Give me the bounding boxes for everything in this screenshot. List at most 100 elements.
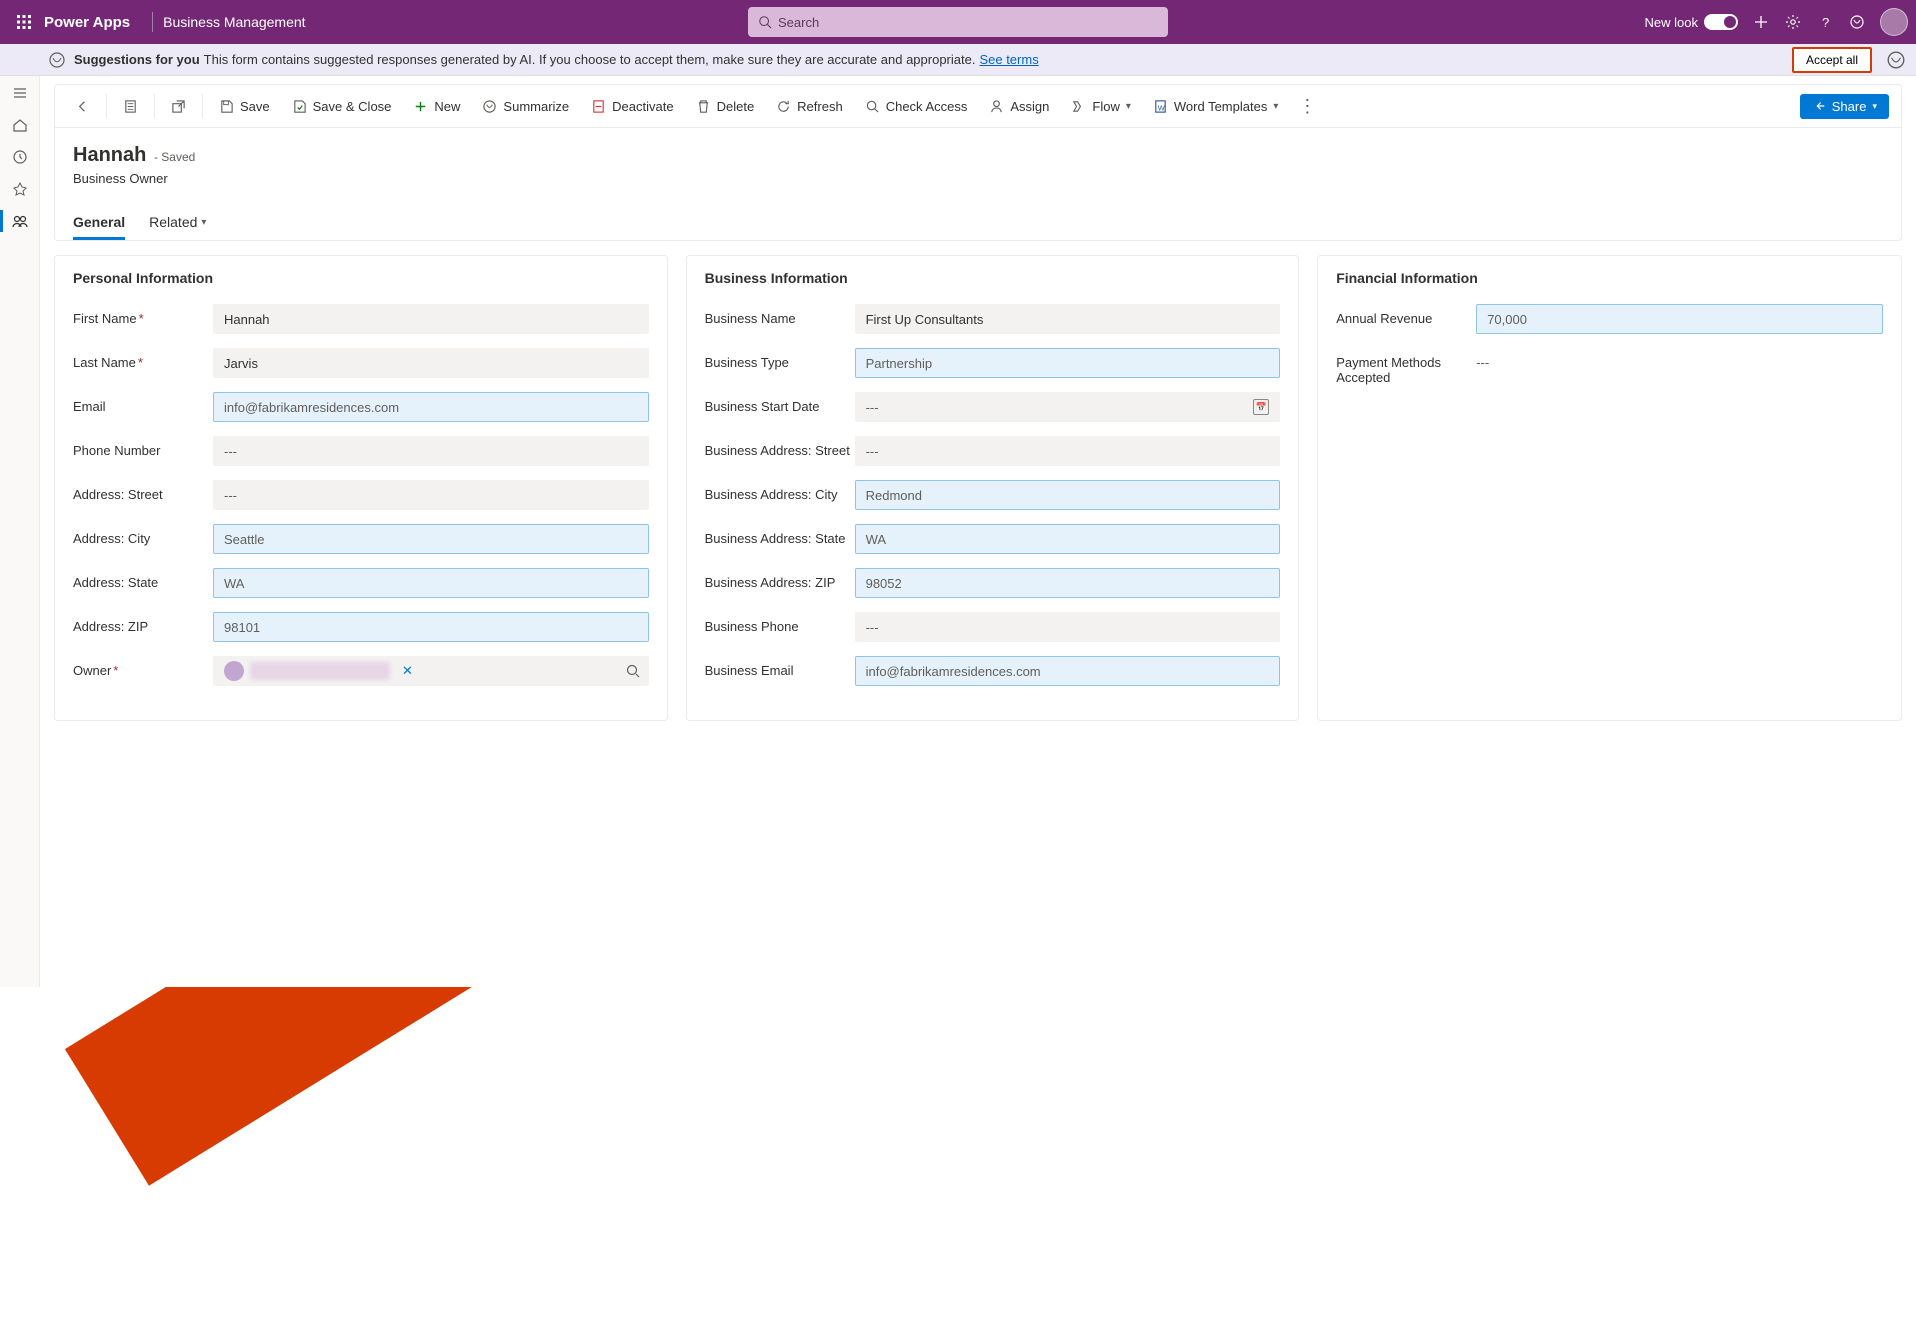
copilot-header-icon[interactable] <box>1848 13 1866 31</box>
input-owner[interactable]: ✕ <box>213 656 649 686</box>
tab-related[interactable]: Related▾ <box>149 208 206 240</box>
app-launcher-icon[interactable] <box>8 6 40 38</box>
chevron-down-icon: ▾ <box>1273 101 1278 112</box>
open-record-set-button[interactable] <box>115 95 146 118</box>
check-access-button[interactable]: Check Access <box>857 95 976 118</box>
input-biz-type[interactable]: Partnership <box>855 348 1281 378</box>
save-button[interactable]: Save <box>211 95 278 118</box>
calendar-icon[interactable]: 📅 <box>1253 399 1269 415</box>
home-icon[interactable] <box>11 116 29 134</box>
input-last-name[interactable]: Jarvis <box>213 348 649 378</box>
input-biz-addr-zip[interactable]: 98052 <box>855 568 1281 598</box>
label-owner: Owner* <box>73 656 213 678</box>
new-button[interactable]: New <box>405 95 468 118</box>
deactivate-button[interactable]: Deactivate <box>583 95 681 118</box>
header-divider <box>152 12 153 32</box>
input-biz-email[interactable]: info@fabrikamresidences.com <box>855 656 1281 686</box>
section-financial: Financial Information Annual Revenue 70,… <box>1317 255 1902 721</box>
value-pay-methods[interactable]: --- <box>1476 348 1489 370</box>
help-icon[interactable]: ? <box>1816 13 1834 31</box>
input-email[interactable]: info@fabrikamresidences.com <box>213 392 649 422</box>
record-saved-status: - Saved <box>154 150 195 164</box>
copilot-pane-icon[interactable] <box>1886 50 1906 70</box>
form-tabs: General Related▾ <box>73 208 1883 240</box>
label-addr-zip: Address: ZIP <box>73 612 213 634</box>
add-icon[interactable] <box>1752 13 1770 31</box>
remove-owner-icon[interactable]: ✕ <box>402 663 413 679</box>
accept-all-button[interactable]: Accept all <box>1792 47 1872 73</box>
assign-button[interactable]: Assign <box>981 95 1057 118</box>
label-biz-addr-city: Business Address: City <box>705 480 855 502</box>
section-personal: Personal Information First Name* Hannah … <box>54 255 668 721</box>
global-search[interactable]: Search <box>748 7 1168 37</box>
form-body: Personal Information First Name* Hannah … <box>54 255 1902 721</box>
input-first-name[interactable]: Hannah <box>213 304 649 334</box>
label-last-name: Last Name* <box>73 348 213 370</box>
input-biz-phone[interactable]: --- <box>855 612 1281 642</box>
new-look-toggle[interactable]: New look <box>1645 14 1738 30</box>
label-email: Email <box>73 392 213 414</box>
refresh-button[interactable]: Refresh <box>768 95 851 118</box>
back-button[interactable] <box>67 95 98 118</box>
app-header: Power Apps Business Management Search Ne… <box>0 0 1916 44</box>
label-addr-street: Address: Street <box>73 480 213 502</box>
input-biz-addr-street[interactable]: --- <box>855 436 1281 466</box>
main-content: Save Save & Close New Summarize Deactiva… <box>40 76 1916 987</box>
label-pay-methods: Payment Methods Accepted <box>1336 348 1476 385</box>
section-title: Financial Information <box>1336 270 1883 286</box>
save-close-button[interactable]: Save & Close <box>284 95 400 118</box>
owner-chip[interactable]: ✕ <box>224 661 413 681</box>
label-biz-addr-zip: Business Address: ZIP <box>705 568 855 590</box>
section-title: Personal Information <box>73 270 649 286</box>
input-biz-start[interactable]: ---📅 <box>855 392 1281 422</box>
command-bar: Save Save & Close New Summarize Deactiva… <box>54 84 1902 128</box>
input-biz-addr-city[interactable]: Redmond <box>855 480 1281 510</box>
share-button[interactable]: Share▾ <box>1800 94 1889 119</box>
label-biz-start: Business Start Date <box>705 392 855 414</box>
label-biz-addr-state: Business Address: State <box>705 524 855 546</box>
recent-icon[interactable] <box>11 148 29 166</box>
see-terms-link[interactable]: See terms <box>979 52 1038 67</box>
label-biz-name: Business Name <box>705 304 855 326</box>
suggestion-text: This form contains suggested responses g… <box>204 52 976 67</box>
user-avatar[interactable] <box>1880 8 1908 36</box>
suggestion-title: Suggestions for you <box>74 52 200 67</box>
input-addr-zip[interactable]: 98101 <box>213 612 649 642</box>
open-in-new-window-button[interactable] <box>163 95 194 118</box>
owner-avatar-icon <box>224 661 244 681</box>
app-name: Power Apps <box>44 14 130 31</box>
entity-icon[interactable] <box>11 212 29 230</box>
record-header: Hannah - Saved Business Owner General Re… <box>54 128 1902 241</box>
input-annual-rev[interactable]: 70,000 <box>1476 304 1883 334</box>
section-title: Business Information <box>705 270 1281 286</box>
hamburger-icon[interactable] <box>11 84 29 102</box>
record-subtitle: Business Owner <box>73 171 1883 186</box>
lookup-search-icon[interactable] <box>626 664 640 678</box>
chevron-down-icon: ▾ <box>1126 101 1131 112</box>
word-templates-button[interactable]: WWord Templates▾ <box>1145 95 1286 118</box>
input-biz-addr-state[interactable]: WA <box>855 524 1281 554</box>
more-commands-button[interactable]: ⋮ <box>1298 96 1318 117</box>
label-first-name: First Name* <box>73 304 213 326</box>
toggle-on-icon <box>1704 14 1738 30</box>
ai-suggestion-bar: Suggestions for you This form contains s… <box>0 44 1916 76</box>
input-phone[interactable]: --- <box>213 436 649 466</box>
input-addr-state[interactable]: WA <box>213 568 649 598</box>
summarize-button[interactable]: Summarize <box>474 95 577 118</box>
pinned-icon[interactable] <box>11 180 29 198</box>
label-biz-email: Business Email <box>705 656 855 678</box>
input-biz-name[interactable]: First Up Consultants <box>855 304 1281 334</box>
label-phone: Phone Number <box>73 436 213 458</box>
flow-button[interactable]: Flow▾ <box>1063 95 1138 118</box>
svg-text:?: ? <box>1822 15 1829 30</box>
section-business: Business Information Business Name First… <box>686 255 1300 721</box>
settings-icon[interactable] <box>1784 13 1802 31</box>
delete-button[interactable]: Delete <box>688 95 763 118</box>
tab-general[interactable]: General <box>73 208 125 240</box>
search-icon <box>758 15 772 29</box>
site-map-rail <box>0 76 40 987</box>
input-addr-city[interactable]: Seattle <box>213 524 649 554</box>
record-title: Hannah <box>73 144 146 166</box>
input-addr-street[interactable]: --- <box>213 480 649 510</box>
app-subarea[interactable]: Business Management <box>163 14 305 30</box>
